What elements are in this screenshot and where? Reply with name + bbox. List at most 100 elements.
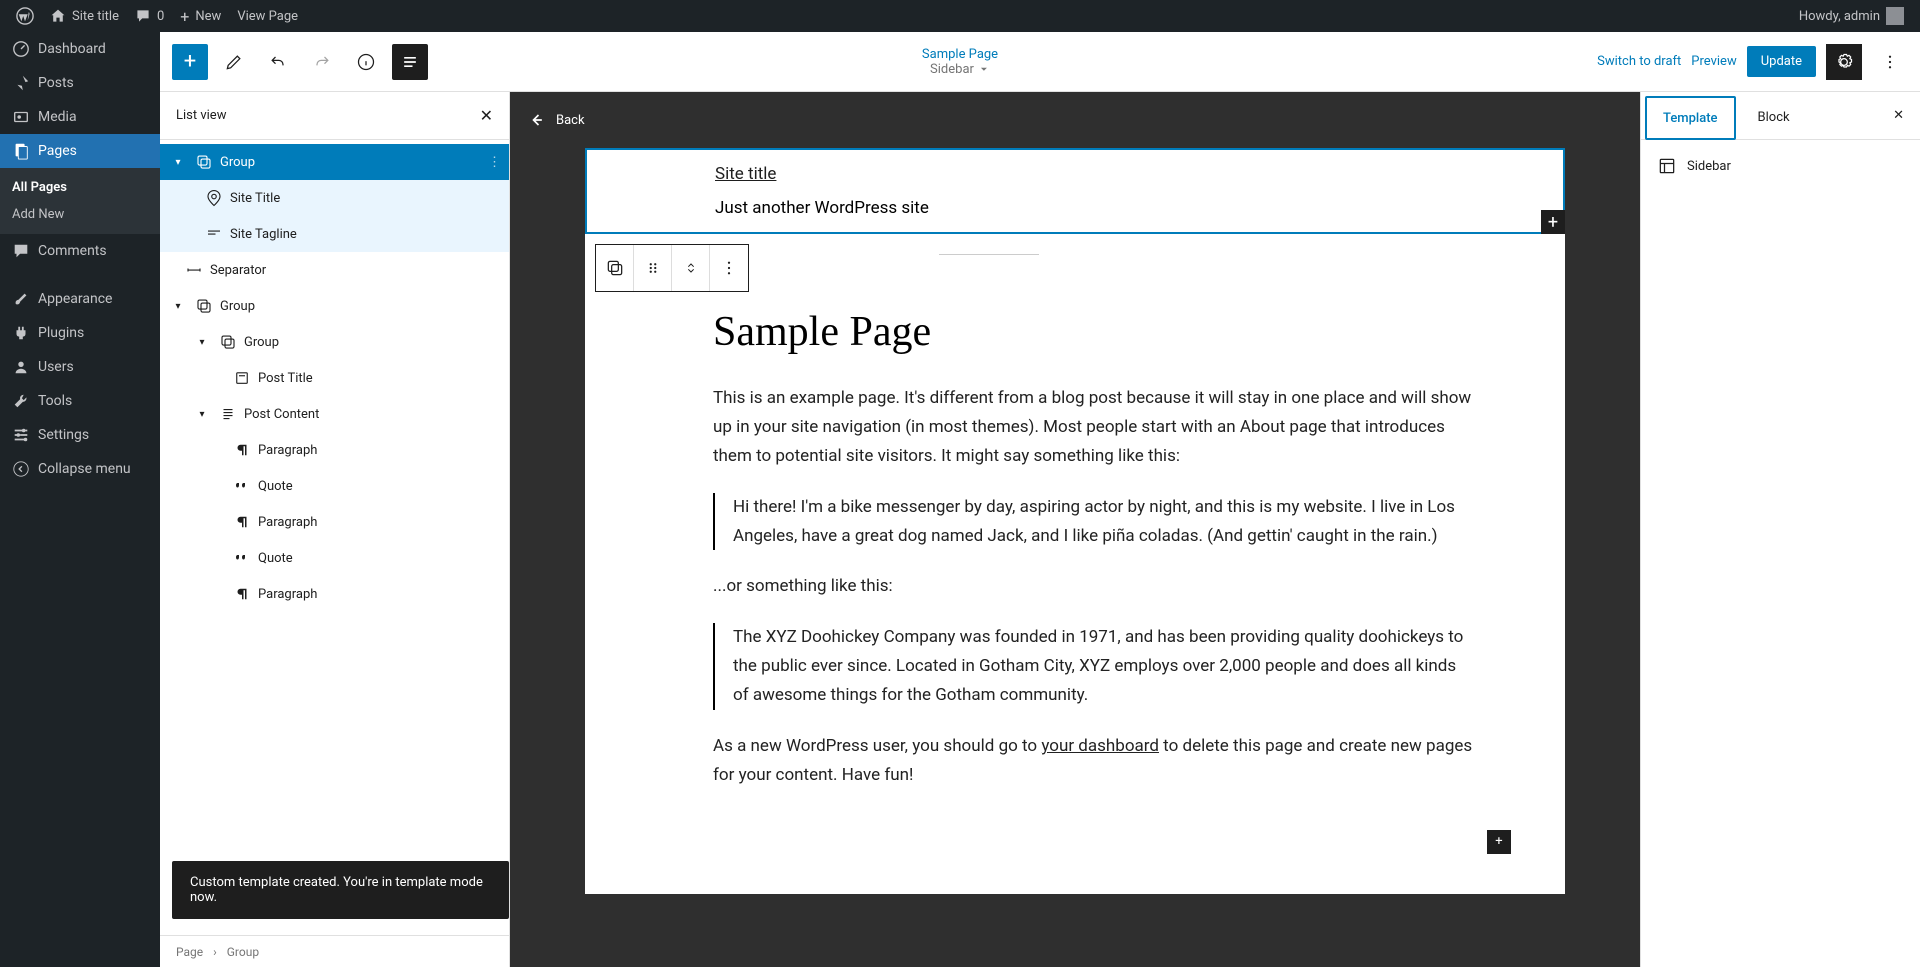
- drag-handle[interactable]: [634, 245, 672, 291]
- list-icon: [400, 52, 420, 72]
- tree-label: Group: [220, 299, 255, 314]
- menu-media[interactable]: Media: [0, 100, 160, 134]
- switch-to-draft[interactable]: Switch to draft: [1597, 54, 1681, 69]
- chevron-down-icon: [978, 63, 990, 75]
- site-tagline-block[interactable]: Just another WordPress site: [715, 198, 1563, 218]
- tree-group-1[interactable]: ▾ Group ⋮: [160, 144, 509, 180]
- tree-site-title[interactable]: Site Title: [160, 180, 509, 216]
- details-button[interactable]: [348, 44, 384, 80]
- move-buttons[interactable]: [672, 245, 710, 291]
- menu-settings[interactable]: Settings: [0, 418, 160, 452]
- site-title-block[interactable]: Site title: [715, 164, 1563, 184]
- tree-group-2[interactable]: ▾ Group: [160, 288, 509, 324]
- menu-pages[interactable]: Pages: [0, 134, 160, 168]
- menu-appearance[interactable]: Appearance: [0, 282, 160, 316]
- document-title-area[interactable]: Sample Page Sidebar: [922, 47, 998, 77]
- block-options[interactable]: [710, 245, 748, 291]
- dashboard-link[interactable]: your dashboard: [1041, 736, 1159, 756]
- block-type-button[interactable]: [596, 245, 634, 291]
- tree-paragraph-1[interactable]: Paragraph: [160, 432, 509, 468]
- tab-block[interactable]: Block: [1740, 96, 1808, 139]
- selected-group-block[interactable]: Site title Just another WordPress site +: [585, 148, 1565, 234]
- chevron-down-icon[interactable]: ▾: [168, 157, 188, 168]
- options-button[interactable]: [1872, 44, 1908, 80]
- quote-block[interactable]: The XYZ Doohickey Company was founded in…: [713, 623, 1475, 710]
- paragraph-block[interactable]: As a new WordPress user, you should go t…: [713, 732, 1475, 790]
- post-content-area: Sample Page This is an example page. It'…: [585, 292, 1565, 894]
- tree-label: Site Title: [230, 191, 280, 206]
- quote-icon: [232, 477, 252, 495]
- tree-group-3[interactable]: ▾ Group: [160, 324, 509, 360]
- editor-canvas[interactable]: Back Site title Just another WordPress s…: [510, 92, 1640, 967]
- tree-label: Paragraph: [258, 587, 317, 602]
- site-title-text: Site title: [72, 9, 119, 24]
- submenu-all-pages[interactable]: All Pages: [0, 174, 160, 201]
- group-icon: [218, 333, 238, 351]
- menu-collapse[interactable]: Collapse menu: [0, 452, 160, 486]
- tab-template[interactable]: Template: [1645, 96, 1736, 140]
- site-link[interactable]: Site title: [42, 0, 127, 32]
- preview-button[interactable]: Preview: [1691, 54, 1736, 69]
- post-title-icon: [232, 369, 252, 387]
- editor: + Sample Page Sidebar Switch to draft Pr…: [160, 32, 1920, 967]
- chevron-up-down-icon: [683, 258, 699, 278]
- menu-plugins[interactable]: Plugins: [0, 316, 160, 350]
- tree-paragraph-3[interactable]: Paragraph: [160, 576, 509, 612]
- update-button[interactable]: Update: [1747, 46, 1816, 77]
- separator-block[interactable]: [939, 254, 1039, 255]
- chevron-down-icon[interactable]: ▾: [168, 301, 188, 312]
- menu-comments[interactable]: Comments: [0, 234, 160, 268]
- menu-tools[interactable]: Tools: [0, 384, 160, 418]
- inserter-button[interactable]: +: [172, 44, 208, 80]
- tree-quote-1[interactable]: Quote: [160, 468, 509, 504]
- paragraph-block[interactable]: ...or something like this:: [713, 572, 1475, 601]
- list-view-close[interactable]: ✕: [480, 106, 493, 125]
- chevron-down-icon[interactable]: ▾: [192, 337, 212, 348]
- paragraph-icon: [232, 585, 252, 603]
- brush-icon: [12, 290, 30, 308]
- template-back[interactable]: Back: [510, 92, 1640, 148]
- pages-icon: [12, 142, 30, 160]
- submenu-add-new[interactable]: Add New: [0, 201, 160, 228]
- tree-item-options[interactable]: ⋮: [488, 155, 501, 170]
- menu-users[interactable]: Users: [0, 350, 160, 384]
- post-title-block[interactable]: Sample Page: [713, 308, 1475, 356]
- tree-paragraph-2[interactable]: Paragraph: [160, 504, 509, 540]
- tree-post-content[interactable]: ▾ Post Content: [160, 396, 509, 432]
- redo-button[interactable]: [304, 44, 340, 80]
- undo-button[interactable]: [260, 44, 296, 80]
- tree-quote-2[interactable]: Quote: [160, 540, 509, 576]
- group-icon: [605, 258, 625, 278]
- home-icon: [50, 8, 66, 24]
- group-icon: [194, 297, 214, 315]
- template-info-row[interactable]: Sidebar: [1657, 156, 1904, 176]
- crumb-group[interactable]: Group: [227, 945, 259, 959]
- tree-label: Site Tagline: [230, 227, 297, 242]
- settings-toggle[interactable]: [1826, 44, 1862, 80]
- menu-posts[interactable]: Posts: [0, 66, 160, 100]
- drag-icon: [644, 259, 662, 277]
- sidebar-close[interactable]: ✕: [1877, 92, 1920, 139]
- block-toolbar: [595, 244, 749, 292]
- tree-label: Post Content: [244, 407, 319, 422]
- tree-site-tagline[interactable]: Site Tagline: [160, 216, 509, 252]
- view-page-link[interactable]: View Page: [229, 0, 306, 32]
- admin-bar: Site title 0 + New View Page Howdy, admi…: [0, 0, 1920, 32]
- tree-post-title[interactable]: Post Title: [160, 360, 509, 396]
- block-appender[interactable]: +: [1487, 830, 1511, 854]
- crumb-page[interactable]: Page: [176, 945, 203, 959]
- wordpress-logo[interactable]: [8, 0, 42, 32]
- quote-block[interactable]: Hi there! I'm a bike messenger by day, a…: [713, 493, 1475, 551]
- menu-collapse-label: Collapse menu: [38, 461, 131, 477]
- comments-link[interactable]: 0: [127, 0, 172, 32]
- chevron-down-icon[interactable]: ▾: [192, 409, 212, 420]
- block-appender[interactable]: +: [1541, 210, 1565, 234]
- menu-dashboard[interactable]: Dashboard: [0, 32, 160, 66]
- dots-vertical-icon: [1881, 53, 1899, 71]
- howdy-link[interactable]: Howdy, admin: [1791, 0, 1912, 32]
- new-link[interactable]: + New: [172, 0, 229, 32]
- tree-separator[interactable]: Separator: [160, 252, 509, 288]
- paragraph-block[interactable]: This is an example page. It's different …: [713, 384, 1475, 471]
- listview-button[interactable]: [392, 44, 428, 80]
- edit-mode-button[interactable]: [216, 44, 252, 80]
